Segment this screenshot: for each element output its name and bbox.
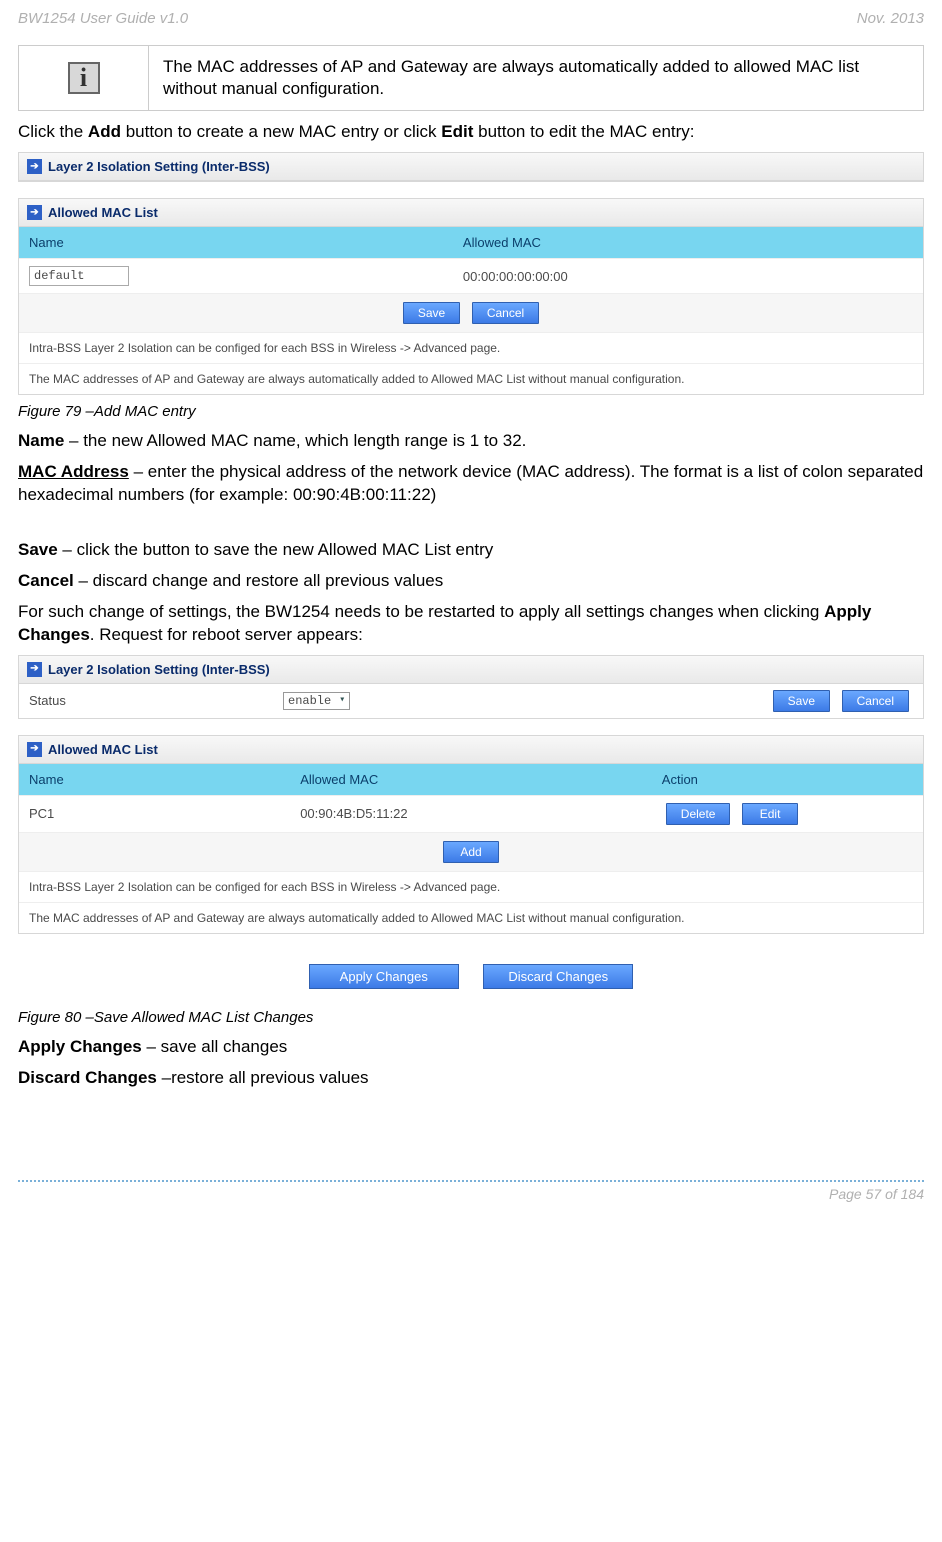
def-desc: – click the button to save the new Allow… <box>58 540 494 559</box>
cell-mac: 00:90:4B:D5:11:22 <box>290 795 652 832</box>
status-actions: Save Cancel <box>769 690 913 712</box>
add-button[interactable]: Add <box>443 841 499 863</box>
cell-name: PC1 <box>19 795 290 832</box>
restart-note: For such change of settings, the BW1254 … <box>18 601 924 647</box>
status-select[interactable]: enable <box>283 692 350 710</box>
save-definition: Save – click the button to save the new … <box>18 539 924 562</box>
note-text: Intra-BSS Layer 2 Isolation can be confi… <box>19 332 923 363</box>
note-text: The MAC addresses of AP and Gateway are … <box>19 902 923 933</box>
arrow-right-icon: ➔ <box>27 159 42 174</box>
allowed-mac-table: Name Allowed MAC default 00:00:00:00:00:… <box>19 227 923 293</box>
cell-action: Delete Edit <box>652 795 923 832</box>
panel-header: ➔ Layer 2 Isolation Setting (Inter-BSS) <box>19 656 923 684</box>
arrow-right-icon: ➔ <box>27 742 42 757</box>
name-input[interactable]: default <box>29 266 129 286</box>
def-desc: – the new Allowed MAC name, which length… <box>64 431 526 450</box>
apply-definition: Apply Changes – save all changes <box>18 1036 924 1059</box>
global-button-row: Apply Changes Discard Changes <box>18 964 924 989</box>
cancel-button[interactable]: Cancel <box>842 690 909 712</box>
figure-caption-79: Figure 79 –Add MAC entry <box>18 403 924 420</box>
button-row: Add <box>19 832 923 871</box>
def-term: MAC Address <box>18 462 129 481</box>
layer2-isolation-panel: ➔ Layer 2 Isolation Setting (Inter-BSS) <box>18 152 924 182</box>
def-term: Apply Changes <box>18 1037 142 1056</box>
panel-header: ➔ Allowed MAC List <box>19 736 923 764</box>
panel-title: Allowed MAC List <box>48 742 158 757</box>
col-header-name: Name <box>19 227 453 259</box>
info-box: i The MAC addresses of AP and Gateway ar… <box>18 45 924 111</box>
def-desc: – save all changes <box>142 1037 288 1056</box>
discard-definition: Discard Changes –restore all previous va… <box>18 1067 924 1090</box>
table-header-row: Name Allowed MAC Action <box>19 764 923 796</box>
status-label: Status <box>29 693 269 708</box>
arrow-right-icon: ➔ <box>27 662 42 677</box>
table-header-row: Name Allowed MAC <box>19 227 923 259</box>
bold-add: Add <box>88 122 121 141</box>
def-desc: –restore all previous values <box>157 1068 369 1087</box>
apply-changes-button[interactable]: Apply Changes <box>309 964 459 989</box>
click-add-text: Click the Add button to create a new MAC… <box>18 121 924 144</box>
col-header-action: Action <box>652 764 923 796</box>
cell-name: default <box>19 259 453 294</box>
info-box-icon-cell: i <box>19 46 149 110</box>
def-term: Save <box>18 540 58 559</box>
header-left: BW1254 User Guide v1.0 <box>18 10 188 27</box>
info-icon: i <box>68 62 100 94</box>
def-desc: – discard change and restore all previou… <box>74 571 444 590</box>
panel-header: ➔ Layer 2 Isolation Setting (Inter-BSS) <box>19 153 923 181</box>
note-text: The MAC addresses of AP and Gateway are … <box>19 363 923 394</box>
page-footer: Page 57 of 184 <box>18 1180 924 1202</box>
col-header-mac: Allowed MAC <box>290 764 652 796</box>
note-text: Intra-BSS Layer 2 Isolation can be confi… <box>19 871 923 902</box>
text-frag: . Request for reboot server appears: <box>90 625 363 644</box>
arrow-right-icon: ➔ <box>27 205 42 220</box>
edit-button[interactable]: Edit <box>742 803 798 825</box>
def-desc: – enter the physical address of the netw… <box>18 462 923 504</box>
panel-title: Layer 2 Isolation Setting (Inter-BSS) <box>48 159 270 174</box>
def-term: Cancel <box>18 571 74 590</box>
panel-title: Allowed MAC List <box>48 205 158 220</box>
button-row: Save Cancel <box>19 293 923 332</box>
table-row: default 00:00:00:00:00:00 <box>19 259 923 294</box>
save-button[interactable]: Save <box>403 302 460 324</box>
name-definition: Name – the new Allowed MAC name, which l… <box>18 430 924 453</box>
status-row: Status enable Save Cancel <box>19 684 923 718</box>
discard-changes-button[interactable]: Discard Changes <box>483 964 633 989</box>
panel-title: Layer 2 Isolation Setting (Inter-BSS) <box>48 662 270 677</box>
cancel-definition: Cancel – discard change and restore all … <box>18 570 924 593</box>
text-frag: button to create a new MAC entry or clic… <box>121 122 441 141</box>
def-term: Discard Changes <box>18 1068 157 1087</box>
col-header-mac: Allowed MAC <box>453 227 923 259</box>
allowed-mac-list-panel: ➔ Allowed MAC List Name Allowed MAC defa… <box>18 198 924 395</box>
cell-mac: 00:00:00:00:00:00 <box>453 259 923 294</box>
info-box-text: The MAC addresses of AP and Gateway are … <box>149 46 923 110</box>
delete-button[interactable]: Delete <box>666 803 731 825</box>
text-frag: button to edit the MAC entry: <box>473 122 694 141</box>
cancel-button[interactable]: Cancel <box>472 302 539 324</box>
bold-edit: Edit <box>441 122 473 141</box>
table-row: PC1 00:90:4B:D5:11:22 Delete Edit <box>19 795 923 832</box>
save-button[interactable]: Save <box>773 690 830 712</box>
page-number: Page 57 of 184 <box>829 1186 924 1202</box>
col-header-name: Name <box>19 764 290 796</box>
allowed-mac-list-panel-2: ➔ Allowed MAC List Name Allowed MAC Acti… <box>18 735 924 934</box>
mac-definition: MAC Address – enter the physical address… <box>18 461 924 507</box>
page-header: BW1254 User Guide v1.0 Nov. 2013 <box>18 10 924 27</box>
layer2-isolation-panel-2: ➔ Layer 2 Isolation Setting (Inter-BSS) … <box>18 655 924 719</box>
def-term: Name <box>18 431 64 450</box>
header-right: Nov. 2013 <box>857 10 924 27</box>
text-frag: For such change of settings, the BW1254 … <box>18 602 824 621</box>
allowed-mac-table-2: Name Allowed MAC Action PC1 00:90:4B:D5:… <box>19 764 923 832</box>
figure-caption-80: Figure 80 –Save Allowed MAC List Changes <box>18 1009 924 1026</box>
panel-header: ➔ Allowed MAC List <box>19 199 923 227</box>
text-frag: Click the <box>18 122 88 141</box>
